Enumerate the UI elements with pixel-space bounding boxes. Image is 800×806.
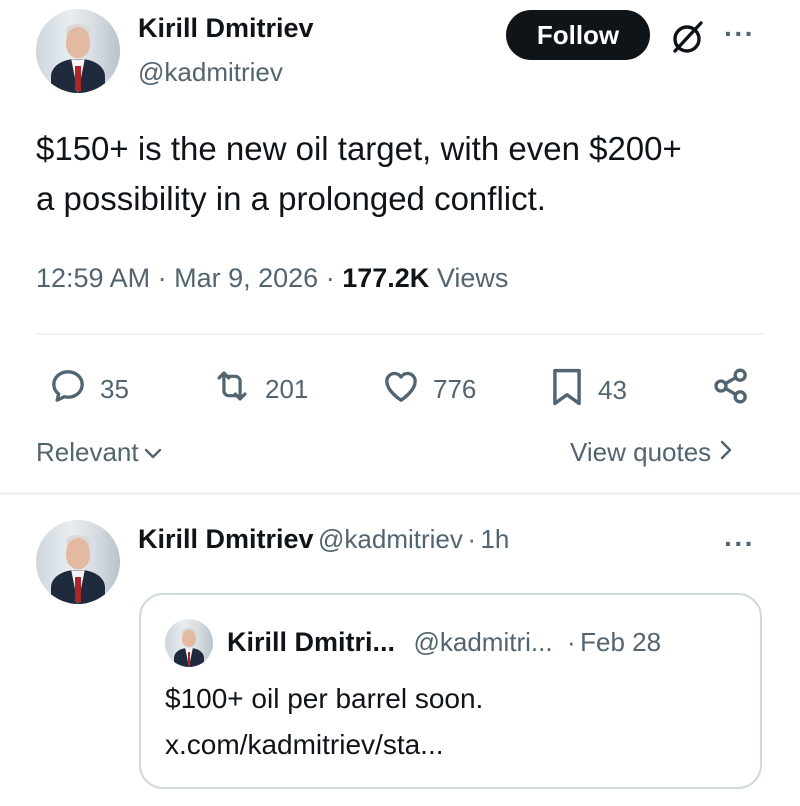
- avatar-face: [66, 538, 90, 569]
- sort-label: Relevant: [36, 437, 139, 467]
- avatar-tie: [75, 66, 81, 92]
- view-quotes-label: View quotes: [570, 437, 712, 467]
- share-button[interactable]: [711, 366, 763, 413]
- grok-icon[interactable]: [668, 18, 706, 56]
- sort-dropdown[interactable]: Relevant: [36, 437, 163, 468]
- section-divider: [0, 492, 800, 495]
- avatar-face: [66, 27, 90, 58]
- reply-author-name[interactable]: Kirill Dmitriev: [138, 524, 314, 554]
- quoted-author-name: Kirill Dmitri...: [227, 627, 396, 657]
- author-name[interactable]: Kirill Dmitriev: [138, 13, 314, 44]
- reply-separator: ·: [467, 524, 477, 554]
- author-avatar[interactable]: [36, 9, 120, 93]
- retweet-button[interactable]: 201: [211, 366, 308, 413]
- views-label: Views: [436, 263, 509, 293]
- tweet-time[interactable]: 12:59 AM: [36, 263, 150, 293]
- avatar-tie: [75, 577, 81, 603]
- reply-header: Kirill Dmitriev @kadmitriev · 1h: [138, 524, 509, 555]
- reply-count: 35: [100, 374, 129, 404]
- meta-separator: ·: [157, 263, 167, 293]
- views-count: 177.2K: [342, 263, 430, 293]
- view-quotes-link[interactable]: View quotes: [570, 437, 733, 468]
- avatar-tie: [187, 651, 191, 667]
- bookmark-count: 43: [598, 375, 627, 405]
- author-handle[interactable]: @kadmitriev: [138, 57, 283, 88]
- tweet-meta: 12:59 AM · Mar 9, 2026 · 177.2K Views: [36, 263, 508, 294]
- like-count: 776: [433, 374, 477, 404]
- bookmark-button[interactable]: 43: [548, 366, 627, 415]
- reply-button[interactable]: 35: [48, 366, 129, 413]
- quoted-text: $100+ oil per barrel soon.: [165, 683, 484, 714]
- chevron-right-icon: [719, 437, 733, 468]
- more-options-icon[interactable]: ···: [724, 18, 755, 50]
- avatar-face: [182, 629, 196, 647]
- meta-separator: ·: [325, 263, 335, 293]
- quoted-header: Kirill Dmitri... @kadmitri... · Feb 28: [227, 627, 661, 658]
- chevron-down-icon: [143, 437, 163, 468]
- quoted-separator: ·: [567, 627, 576, 657]
- reply-icon: [48, 366, 100, 413]
- reply-more-options-icon[interactable]: ···: [724, 528, 755, 560]
- quoted-author-avatar: [165, 619, 213, 667]
- divider: [36, 333, 764, 335]
- bookmark-icon: [548, 366, 598, 415]
- tweet-text-line-2: a possibility in a prolonged conflict.: [36, 180, 546, 217]
- quoted-date: Feb 28: [580, 627, 662, 657]
- quoted-link[interactable]: x.com/kadmitriev/sta...: [165, 729, 444, 761]
- like-button[interactable]: 776: [381, 366, 476, 413]
- tweet-text-line-1: $150+ is the new oil target, with even $…: [36, 130, 682, 167]
- reply-time[interactable]: 1h: [480, 524, 509, 554]
- share-icon: [711, 366, 763, 413]
- tweet-text: $150+ is the new oil target, with even $…: [36, 124, 682, 224]
- follow-button[interactable]: Follow: [506, 10, 650, 60]
- retweet-count: 201: [265, 374, 309, 404]
- reply-author-avatar[interactable]: [36, 520, 120, 604]
- heart-icon: [381, 366, 433, 413]
- quoted-tweet-card[interactable]: Kirill Dmitri... @kadmitri... · Feb 28 $…: [139, 593, 762, 789]
- reply-author-handle[interactable]: @kadmitriev: [318, 524, 463, 554]
- tweet-date[interactable]: Mar 9, 2026: [174, 263, 318, 293]
- retweet-icon: [211, 366, 265, 413]
- quoted-author-handle: @kadmitri...: [413, 627, 553, 657]
